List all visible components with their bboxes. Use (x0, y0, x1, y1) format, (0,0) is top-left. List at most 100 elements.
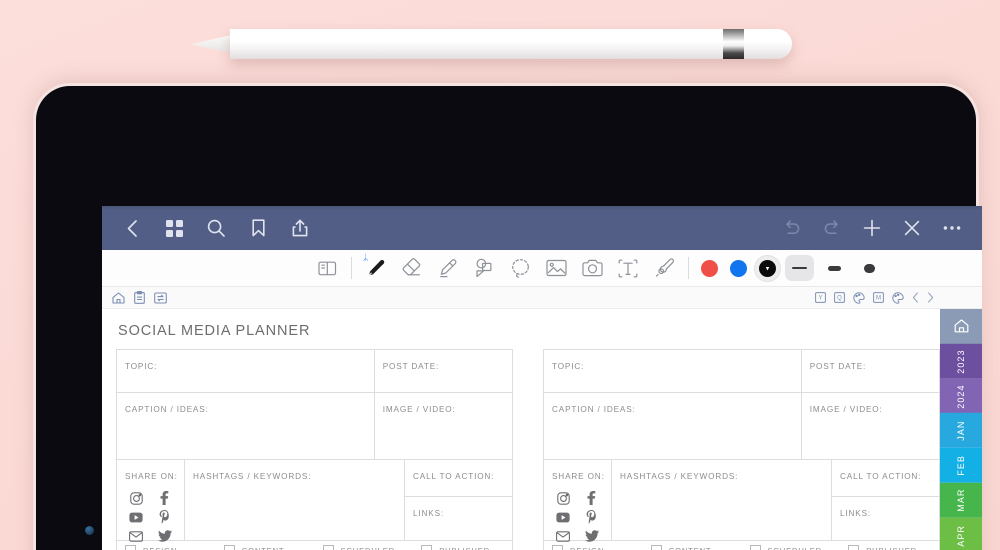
social-icon-group (552, 490, 603, 544)
page-flip-icon[interactable] (310, 253, 344, 283)
youtube-icon[interactable] (125, 509, 148, 525)
color-red-swatch[interactable] (696, 255, 723, 282)
docbar-right-group: Y Q M (815, 291, 972, 304)
search-button[interactable] (200, 212, 232, 244)
tab-feb[interactable]: FEB (940, 448, 982, 483)
facebook-icon[interactable] (154, 490, 177, 506)
highlighter-icon[interactable] (431, 253, 465, 283)
checkbox-content[interactable]: CONTENT (216, 545, 315, 550)
planner-page[interactable]: SOCIAL MEDIA PLANNER TOPIC: POST DATE: C… (102, 309, 940, 550)
pen-icon[interactable]: ᛦ (359, 253, 393, 283)
tab-home[interactable] (940, 309, 982, 344)
document-tab-bar: Y Q M (102, 287, 982, 309)
tab-apr[interactable]: APR (940, 517, 982, 550)
links-field[interactable]: LINKS: (405, 497, 512, 540)
page-title: SOCIAL MEDIA PLANNER (118, 323, 311, 339)
month-tab-icon[interactable]: M (873, 292, 884, 303)
post-date-field[interactable]: POST DATE: (373, 350, 512, 392)
stroke-thick-button[interactable] (855, 255, 884, 281)
palette-icon-2[interactable] (892, 291, 904, 304)
checkbox-scheduled[interactable]: SCHEDULED (742, 545, 841, 550)
checkbox-scheduled[interactable]: SCHEDULED (315, 545, 414, 550)
month-tab-strip: 2023 2024 JAN FEB MAR APR MAY JUN (940, 309, 982, 550)
undo-button[interactable] (776, 212, 808, 244)
share-button[interactable] (284, 212, 316, 244)
planner-card[interactable]: TOPIC: POST DATE: CAPTION / IDEAS: IMAGE… (116, 349, 513, 550)
quarter-tab-icon[interactable]: Q (834, 292, 845, 303)
stroke-medium-button[interactable] (820, 255, 849, 281)
instagram-icon[interactable] (125, 490, 148, 506)
redo-button[interactable] (816, 212, 848, 244)
checkbox-design[interactable]: DESIGN (544, 545, 643, 550)
palette-icon-1[interactable] (853, 291, 865, 304)
checkbox-box[interactable] (749, 545, 761, 550)
hashtags-field[interactable]: HASHTAGS / KEYWORDS: (611, 460, 831, 540)
navbar-left-group (116, 212, 316, 244)
home-icon[interactable] (112, 291, 125, 304)
thumbnails-button[interactable] (158, 212, 190, 244)
youtube-icon[interactable] (552, 509, 575, 525)
tablet-screen[interactable]: ᛦ ▾ Y Q M SOCIAL MEDIA PLANNER TOPIC: PO… (102, 206, 982, 550)
clipboard-icon[interactable] (134, 291, 145, 304)
text-box-icon[interactable] (611, 253, 645, 283)
docbar-left-group (112, 291, 167, 304)
twitter-icon[interactable] (581, 528, 604, 544)
share-on-block: SHARE ON: (117, 460, 184, 542)
year-tab-icon[interactable]: Y (815, 292, 826, 303)
checkbox-box[interactable] (421, 545, 433, 550)
tab-jan[interactable]: JAN (940, 413, 982, 449)
image-video-field[interactable]: IMAGE / VIDEO: (373, 393, 512, 459)
prev-page-icon[interactable] (912, 292, 919, 303)
color-blue-swatch[interactable] (725, 255, 752, 282)
email-icon[interactable] (125, 528, 148, 544)
close-button[interactable] (896, 212, 928, 244)
shapes-icon[interactable] (467, 253, 501, 283)
checkbox-content[interactable]: CONTENT (643, 545, 742, 550)
checkbox-box[interactable] (322, 545, 334, 550)
topic-field[interactable]: TOPIC: (544, 350, 801, 392)
checkbox-box[interactable] (125, 545, 136, 550)
image-video-field[interactable]: IMAGE / VIDEO: (800, 393, 939, 459)
tab-2023[interactable]: 2023 (940, 343, 982, 379)
call-to-action-field[interactable]: CALL TO ACTION: (832, 460, 939, 497)
cta-links-block: CALL TO ACTION: LINKS: (404, 460, 512, 540)
facebook-icon[interactable] (581, 490, 604, 506)
stroke-thin-button[interactable] (785, 255, 814, 281)
post-date-field[interactable]: POST DATE: (800, 350, 939, 392)
call-to-action-field[interactable]: CALL TO ACTION: (405, 460, 512, 497)
twitter-icon[interactable] (154, 528, 177, 544)
checkbox-box[interactable] (552, 545, 563, 550)
checkbox-box[interactable] (223, 545, 235, 550)
camera-icon[interactable] (575, 253, 609, 283)
pinterest-icon[interactable] (154, 509, 177, 525)
checkbox-published[interactable]: PUBLISHED (840, 545, 939, 550)
navbar-right-group (776, 212, 968, 244)
back-button[interactable] (116, 212, 148, 244)
tab-2024[interactable]: 2024 (940, 378, 982, 414)
instagram-icon[interactable] (552, 490, 575, 506)
hashtags-field[interactable]: HASHTAGS / KEYWORDS: (184, 460, 404, 540)
tab-mar[interactable]: MAR (940, 482, 982, 518)
more-button[interactable] (936, 212, 968, 244)
laser-pointer-icon[interactable] (647, 253, 681, 283)
links-field[interactable]: LINKS: (832, 497, 939, 540)
checkbox-design[interactable]: DESIGN (117, 545, 216, 550)
checkbox-box[interactable] (650, 545, 662, 550)
pinterest-icon[interactable] (581, 509, 604, 525)
image-icon[interactable] (539, 253, 573, 283)
lasso-icon[interactable] (503, 253, 537, 283)
eraser-icon[interactable] (395, 253, 429, 283)
topic-field[interactable]: TOPIC: (117, 350, 374, 392)
add-button[interactable] (856, 212, 888, 244)
planner-card[interactable]: TOPIC: POST DATE: CAPTION / IDEAS: IMAGE… (543, 349, 940, 550)
bookmark-button[interactable] (242, 212, 274, 244)
status-checkbox-row: DESIGN CONTENT SCHEDULED PUBLISHED (117, 540, 512, 550)
email-icon[interactable] (552, 528, 575, 544)
caption-field[interactable]: CAPTION / IDEAS: (544, 393, 801, 459)
checkbox-box[interactable] (848, 545, 860, 550)
color-black-swatch[interactable]: ▾ (754, 254, 781, 282)
swap-page-icon[interactable] (154, 291, 167, 304)
next-page-icon[interactable] (927, 292, 934, 303)
checkbox-published[interactable]: PUBLISHED (413, 545, 512, 550)
caption-field[interactable]: CAPTION / IDEAS: (117, 393, 374, 459)
